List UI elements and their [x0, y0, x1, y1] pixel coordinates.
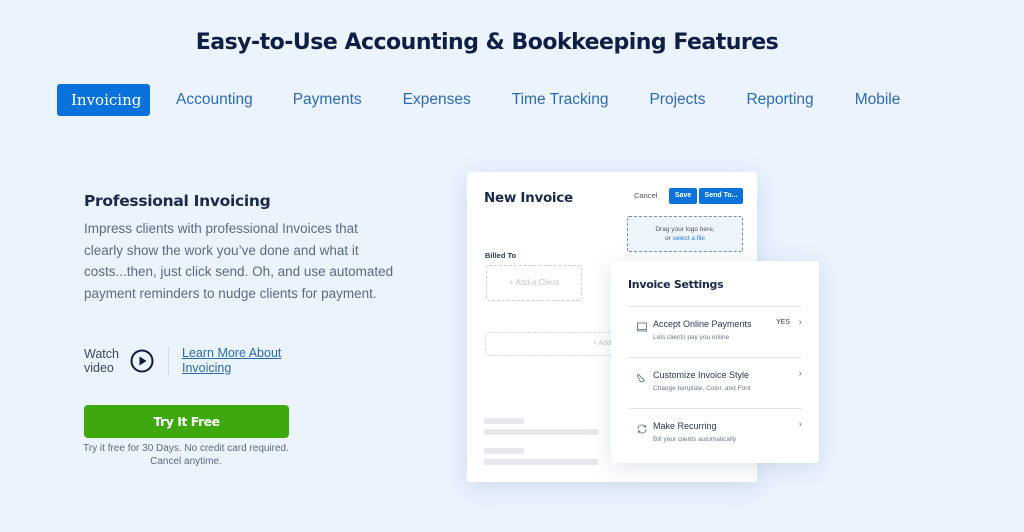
save-button[interactable]: Save: [669, 188, 697, 204]
placeholder-line: [484, 429, 598, 435]
select-file-link[interactable]: select a file: [673, 235, 706, 242]
trial-note: Try it free for 30 Days. No credit card …: [83, 443, 289, 467]
refresh-icon: [637, 424, 647, 434]
logo-drop-text: Drag your logo here,: [655, 226, 715, 233]
settings-title: Invoice Settings: [628, 278, 724, 291]
tab-payments[interactable]: Payments: [293, 84, 362, 116]
try-it-free-button[interactable]: Try It Free: [84, 405, 289, 438]
invoice-settings-panel: Invoice Settings Accept Online Payments …: [611, 261, 819, 463]
tab-accounting[interactable]: Accounting: [176, 84, 253, 116]
chevron-right-icon: ›: [798, 368, 802, 379]
setting-label: Make Recurring: [653, 421, 717, 431]
logo-dropzone[interactable]: Drag your logo here, or select a file: [627, 216, 743, 252]
play-icon[interactable]: [130, 349, 154, 373]
feature-title: Professional Invoicing: [84, 192, 271, 210]
tab-projects[interactable]: Projects: [649, 84, 705, 116]
learn-more-link[interactable]: Learn More About Invoicing: [182, 346, 292, 376]
tab-mobile[interactable]: Mobile: [855, 84, 901, 116]
tab-expenses[interactable]: Expenses: [403, 84, 471, 116]
setting-description: Change template, Color, and Font: [653, 385, 751, 392]
placeholder-line: [484, 418, 524, 424]
setting-description: Bill your clients automatically: [653, 436, 737, 443]
watch-video-label[interactable]: Watch video: [84, 347, 124, 375]
setting-make-recurring[interactable]: Make Recurring Bill your clients automat…: [628, 408, 802, 458]
chevron-right-icon: ›: [798, 317, 802, 328]
laptop-icon: [636, 322, 648, 332]
feature-description-panel: Professional Invoicing Impress clients w…: [84, 192, 394, 304]
send-to-button[interactable]: Send To...: [699, 188, 743, 204]
divider: [168, 347, 169, 375]
page-title: Easy-to-Use Accounting & Bookkeeping Fea…: [195, 30, 779, 55]
setting-description: Lets clients pay you online: [653, 334, 730, 341]
tab-time-tracking[interactable]: Time Tracking: [512, 84, 609, 116]
placeholder-line: [484, 459, 598, 465]
tab-reporting[interactable]: Reporting: [746, 84, 813, 116]
setting-customize-invoice-style[interactable]: Customize Invoice Style Change template,…: [628, 357, 802, 407]
setting-accept-online-payments[interactable]: Accept Online Payments Lets clients pay …: [628, 306, 802, 356]
setting-value: YES: [775, 319, 790, 326]
invoice-title: New Invoice: [484, 190, 573, 206]
logo-drop-or: or: [664, 235, 673, 242]
chevron-right-icon: ›: [798, 419, 802, 430]
feature-description: Impress clients with professional Invoic…: [84, 221, 394, 301]
feature-actions: Watch video Learn More About Invoicing: [84, 346, 292, 376]
cancel-button[interactable]: Cancel: [634, 191, 657, 200]
feature-tabs: Invoicing Accounting Payments Expenses T…: [57, 84, 900, 116]
billed-to-label: Billed To: [485, 251, 517, 260]
placeholder-line: [484, 448, 524, 454]
setting-label: Accept Online Payments: [653, 319, 752, 329]
tab-invoicing[interactable]: Invoicing: [57, 84, 150, 116]
add-client-button[interactable]: + Add a Client: [486, 265, 582, 301]
brush-icon: [637, 373, 646, 383]
setting-label: Customize Invoice Style: [653, 370, 750, 380]
